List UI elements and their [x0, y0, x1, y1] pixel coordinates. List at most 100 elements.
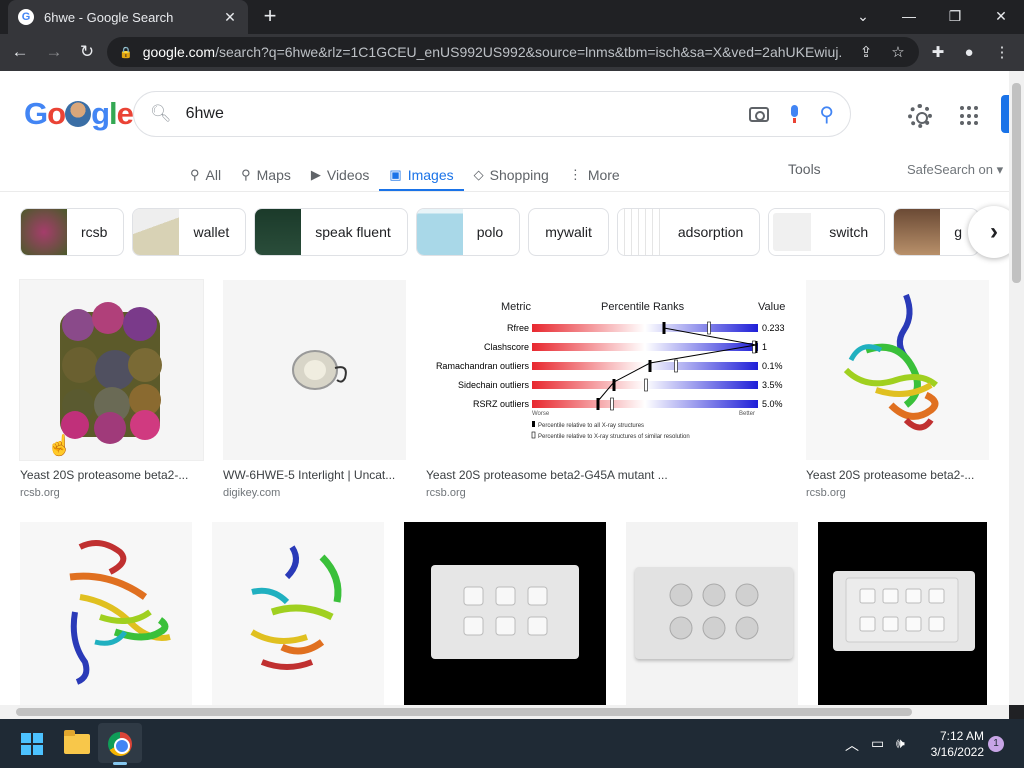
map-pin-icon: ⚲ [241, 167, 251, 182]
percentile-bar [532, 343, 758, 351]
safesearch-toggle[interactable]: SafeSearch on ▾ [907, 162, 1003, 178]
chip-g[interactable]: g [893, 208, 979, 256]
image-icon: ▣ [389, 167, 402, 182]
network-icon[interactable]: ▭ [871, 735, 884, 752]
chip-rcsb[interactable]: rcsb [20, 208, 125, 256]
google-doodle-logo[interactable]: Go gle [24, 96, 134, 132]
active-app-indicator [113, 762, 127, 765]
google-favicon-icon: G [18, 9, 34, 25]
scrollbar-thumb[interactable] [1012, 83, 1021, 283]
result-title[interactable]: Yeast 20S proteasome beta2-... [20, 468, 203, 482]
tab-images[interactable]: ▣ Images [379, 159, 464, 192]
result-thumbnail[interactable] [223, 280, 406, 460]
image-result[interactable]: Yeast 20S proteasome beta2-... rcsb.org [806, 280, 989, 499]
chip-adsorption[interactable]: adsorption [616, 208, 761, 256]
result-source[interactable]: rcsb.org [20, 487, 203, 499]
result-thumbnail[interactable] [20, 522, 192, 705]
tab-title: 6hwe - Google Search [44, 9, 174, 25]
result-thumbnail[interactable] [626, 522, 798, 705]
extensions-puzzle-icon[interactable]: ✚ [926, 40, 950, 64]
system-clock[interactable]: 7:12 AM 3/16/2022 [924, 728, 984, 760]
chip-thumbnail [255, 209, 302, 255]
image-result[interactable]: Yeast 20S proteasome beta2-... rcsb.org [20, 280, 203, 499]
lock-icon[interactable]: 🔒 [119, 46, 133, 59]
chip-polo[interactable]: polo [415, 208, 521, 256]
search-submit-icon[interactable]: ⚲ [819, 102, 834, 127]
result-thumbnail[interactable] [818, 522, 987, 705]
minimize-button[interactable]: — [886, 0, 932, 32]
metric-header: Metric [501, 301, 531, 313]
tools-button[interactable]: Tools [788, 161, 821, 177]
horizontal-scrollbar[interactable] [0, 705, 1009, 719]
result-thumbnail[interactable] [404, 522, 606, 705]
result-thumbnail[interactable] [212, 522, 384, 705]
tab-more[interactable]: ⋮ More [559, 159, 630, 191]
new-tab-button[interactable]: + [258, 5, 282, 29]
forward-button[interactable]: → [42, 40, 66, 64]
chip-thumbnail [769, 209, 816, 255]
restore-button[interactable]: ❐ [932, 0, 978, 32]
result-thumbnail[interactable]: Metric Percentile Ranks Value Rfree 0.233… [426, 280, 786, 460]
chip-thumbnail [894, 209, 941, 255]
result-title[interactable]: Yeast 20S proteasome beta2-G45A mutant .… [426, 468, 786, 482]
percentile-marker-similar [707, 321, 711, 335]
tray-chevron-up-icon[interactable]: ︿ [845, 735, 859, 755]
settings-gear-icon[interactable] [908, 104, 932, 128]
image-result[interactable] [212, 522, 384, 705]
browser-tab[interactable]: G 6hwe - Google Search ✕ [8, 0, 248, 34]
chip-mywalit[interactable]: mywalit [528, 208, 609, 256]
chip-wallet[interactable]: wallet [132, 208, 247, 256]
logo-letter: o [47, 96, 66, 131]
address-bar[interactable]: 🔒 google.com/search?q=6hwe&rlz=1C1GCEU_e… [107, 37, 919, 67]
search-input[interactable] [185, 105, 750, 123]
result-source[interactable]: digikey.com [223, 487, 406, 499]
metric-label: Clashscore [484, 342, 529, 352]
file-explorer-icon[interactable] [64, 730, 90, 754]
ranks-header: Percentile Ranks [601, 301, 685, 313]
tab-shopping[interactable]: ◇ Shopping [464, 159, 559, 191]
image-result[interactable]: Metric Percentile Ranks Value Rfree 0.233… [426, 280, 786, 499]
result-title[interactable]: WW-6HWE-5 Interlight | Uncat... [223, 468, 406, 482]
browser-toolbar: ← → ↻ 🔒 google.com/search?q=6hwe&rlz=1C1… [0, 34, 1024, 71]
chip-speak-fluent[interactable]: speak fluent [254, 208, 408, 256]
image-result[interactable] [404, 522, 606, 705]
image-result[interactable] [20, 522, 192, 705]
scrollbar-thumb[interactable] [16, 708, 912, 716]
windows-start-icon[interactable] [21, 733, 43, 755]
google-apps-icon[interactable] [960, 106, 980, 126]
bookmark-star-icon[interactable]: ☆ [886, 40, 910, 64]
result-source[interactable]: rcsb.org [806, 487, 989, 499]
sign-in-button[interactable] [1001, 95, 1009, 133]
back-button[interactable]: ← [8, 40, 32, 64]
chrome-icon[interactable] [108, 732, 132, 756]
clock-time: 7:12 AM [939, 729, 984, 743]
result-source[interactable]: rcsb.org [426, 487, 786, 499]
metric-label: Ramachandran outliers [436, 361, 530, 371]
hand-cursor-icon: ☝ [47, 435, 72, 457]
tab-videos[interactable]: ▶ Videos [301, 159, 380, 191]
close-window-button[interactable]: ✕ [978, 0, 1024, 32]
tab-all[interactable]: ⚲ All [180, 159, 231, 191]
worse-label: Worse [532, 411, 550, 417]
image-result[interactable] [626, 522, 798, 705]
browser-menu-icon[interactable]: ⋮ [990, 40, 1014, 64]
search-box[interactable]: 🔍︎ ⚲ [133, 91, 851, 137]
reload-button[interactable]: ↻ [75, 40, 99, 64]
tab-search-icon[interactable]: ⌄ [840, 0, 886, 32]
close-tab-icon[interactable]: ✕ [222, 9, 238, 26]
percentile-marker-similar [644, 378, 648, 392]
result-title[interactable]: Yeast 20S proteasome beta2-... [806, 468, 989, 482]
image-result[interactable] [818, 522, 987, 705]
camera-lens-icon[interactable] [749, 106, 770, 122]
volume-icon[interactable]: 🕪︎ [896, 735, 905, 752]
microphone-icon[interactable] [789, 105, 799, 123]
tab-maps[interactable]: ⚲ Maps [231, 159, 301, 191]
notification-badge[interactable]: 1 [988, 736, 1004, 752]
image-result[interactable]: WW-6HWE-5 Interlight | Uncat... digikey.… [223, 280, 406, 499]
profile-icon[interactable]: ● [957, 40, 981, 64]
result-thumbnail[interactable] [806, 280, 989, 460]
value-header: Value [758, 301, 785, 313]
share-icon[interactable]: ⇪ [854, 40, 878, 64]
chip-switch[interactable]: switch [768, 208, 886, 256]
vertical-scrollbar[interactable] [1009, 71, 1024, 705]
